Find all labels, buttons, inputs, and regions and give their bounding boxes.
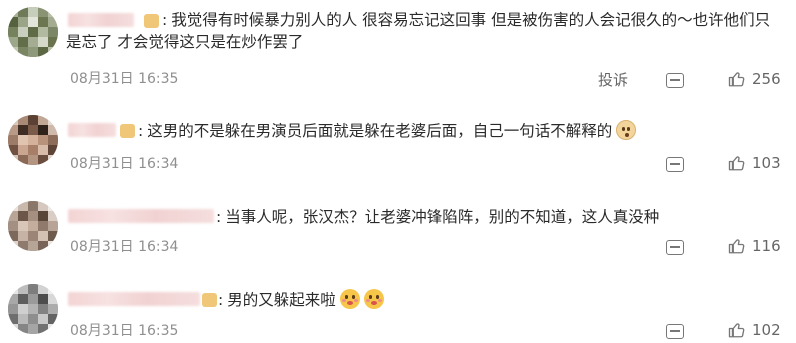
like-count: 256 xyxy=(752,70,781,88)
comment-text: : 这男的不是躲在男演员后面就是躲在老婆后面，自己一句话不解释的 xyxy=(66,120,780,142)
comment-item: : 我觉得有时候暴力别人的人 很容易忘记这回事 但是被伤害的人会记很久的～也许他们… xyxy=(0,0,796,89)
like-count: 103 xyxy=(752,154,781,172)
comment-item: : 这男的不是躲在男演员后面就是躲在老婆后面，自己一句话不解释的 08月31日 1… xyxy=(0,108,796,188)
like-count: 102 xyxy=(752,321,781,339)
comment-item: : 男的又躲起来啦 08月31日 16:35 102 xyxy=(0,276,796,343)
comment-text: : 男的又躲起来啦 xyxy=(66,289,780,311)
comment-icon[interactable] xyxy=(666,324,684,339)
thumbs-up-icon xyxy=(728,323,745,338)
like-button[interactable]: 116 xyxy=(728,237,781,255)
comment-time: 08月31日 16:34 xyxy=(70,239,179,255)
avatar[interactable] xyxy=(8,201,58,251)
report-button[interactable]: 投诉 xyxy=(598,69,628,90)
surprised-face-emoji xyxy=(339,289,360,309)
avatar[interactable] xyxy=(8,7,58,57)
dog-face-emoji xyxy=(616,120,637,140)
comment-time: 08月31日 16:35 xyxy=(70,71,179,87)
comment-item: : 当事人呢，张汉杰？让老婆冲锋陷阵，别的不知道，这人真没种 08月31日 16:… xyxy=(0,192,796,272)
like-count: 116 xyxy=(752,237,781,255)
comment-text: : 当事人呢，张汉杰？让老婆冲锋陷阵，别的不知道，这人真没种 xyxy=(216,208,660,226)
thumbs-up-icon xyxy=(728,239,745,254)
thumbs-up-icon xyxy=(728,72,745,87)
comment-text: : 我觉得有时候暴力别人的人 很容易忘记这回事 但是被伤害的人会记很久的～也许他们… xyxy=(66,11,771,51)
like-button[interactable]: 103 xyxy=(728,154,781,172)
comment-icon[interactable] xyxy=(666,73,684,88)
surprised-face-emoji xyxy=(363,289,384,309)
thumbs-up-icon xyxy=(728,156,745,171)
avatar[interactable] xyxy=(8,284,58,334)
like-button[interactable]: 256 xyxy=(728,70,781,88)
avatar[interactable] xyxy=(8,115,58,165)
like-button[interactable]: 102 xyxy=(728,321,781,339)
comment-time: 08月31日 16:34 xyxy=(70,156,179,172)
comment-time: 08月31日 16:35 xyxy=(70,323,179,339)
comment-icon[interactable] xyxy=(666,157,684,172)
comment-icon[interactable] xyxy=(666,240,684,255)
